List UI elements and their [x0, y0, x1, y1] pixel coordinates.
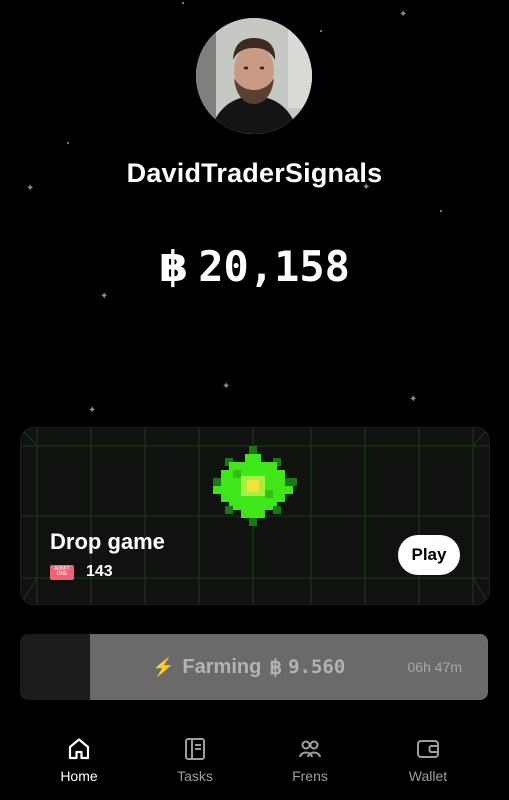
- ticket-count: 143: [86, 563, 113, 580]
- farming-time-left: 06h 47m: [407, 659, 462, 675]
- nav-label-frens: Frens: [292, 768, 328, 784]
- farming-coin-symbol: ฿: [269, 656, 283, 679]
- ticket-icon-text: ADMIT ONE: [54, 566, 70, 577]
- drop-game-card[interactable]: Drop game ADMIT ONE 143 Play: [20, 427, 490, 605]
- username: DavidTraderSignals: [126, 158, 383, 188]
- nav-item-wallet[interactable]: Wallet: [388, 736, 468, 784]
- farming-label-group: ⚡ Farming ฿ 9.560: [152, 634, 345, 700]
- ticket-icon: ADMIT ONE: [50, 564, 74, 580]
- avatar-photo: [196, 18, 312, 134]
- balance: ฿ 20,158: [0, 242, 509, 291]
- play-button[interactable]: Play: [398, 535, 460, 575]
- game-title: Drop game: [50, 529, 165, 554]
- farming-amount: 9.560: [288, 656, 346, 678]
- farming-label: Farming: [182, 655, 262, 678]
- tasks-icon: [185, 738, 205, 760]
- balance-amount: 20,158: [198, 242, 350, 291]
- avatar[interactable]: [196, 18, 312, 134]
- drop-clover-icon: [213, 446, 297, 526]
- bottom-nav: Home Tasks Frens Wallet: [0, 728, 509, 800]
- nav-label-tasks: Tasks: [177, 768, 213, 784]
- nav-label-home: Home: [60, 768, 98, 784]
- wallet-icon: [417, 740, 439, 758]
- nav-item-tasks[interactable]: Tasks: [155, 736, 235, 784]
- lightning-icon: ⚡: [152, 656, 175, 677]
- frens-icon: [299, 740, 321, 758]
- nav-item-frens[interactable]: Frens: [270, 736, 350, 784]
- home-icon: [68, 738, 90, 760]
- farming-progress-bar[interactable]: ⚡ Farming ฿ 9.560 06h 47m: [20, 634, 488, 700]
- coin-symbol: ฿: [159, 242, 189, 291]
- nav-label-wallet: Wallet: [408, 768, 448, 784]
- nav-item-home[interactable]: Home: [39, 736, 119, 784]
- ticket-row: ADMIT ONE 143: [50, 563, 113, 581]
